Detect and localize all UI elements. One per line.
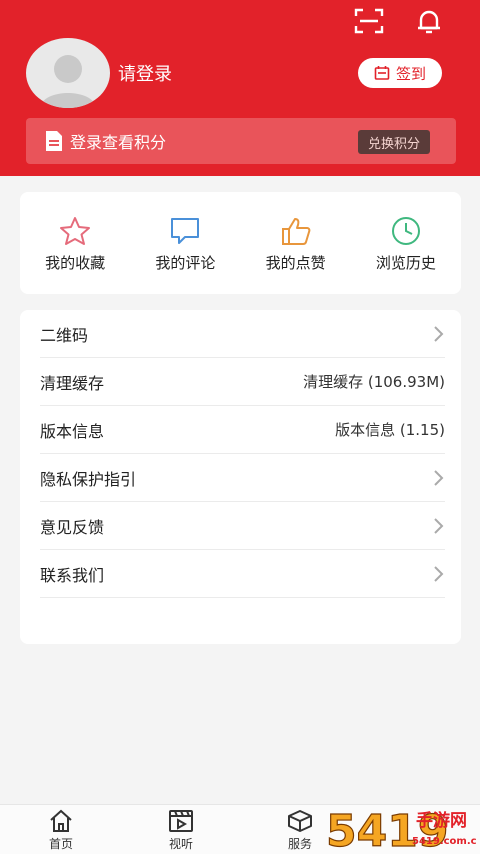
watermark-logo: 5419 手游网 5419.com.cn [326, 805, 476, 854]
tab-services[interactable]: 服务 [270, 809, 330, 852]
cache-size-value: 清理缓存 (106.93M) [303, 373, 445, 391]
tab-label: 视听 [168, 837, 193, 851]
settings-card: 二维码 清理缓存 清理缓存 (106.93M) 版本信息 版本信息 (1.15)… [20, 310, 461, 644]
quick-item-likes[interactable]: 我的点赞 [241, 192, 351, 294]
comment-icon [171, 218, 200, 244]
login-prompt[interactable]: 请登录 [118, 60, 172, 86]
thumbs-up-icon [281, 218, 311, 245]
chevron-right-icon [434, 469, 444, 486]
settings-row-label: 意见反馈 [40, 517, 105, 537]
settings-row-label: 二维码 [40, 325, 89, 345]
profile-header: 请登录 签到 登录查看积分 兑换积分 [0, 0, 480, 176]
version-value: 版本信息 (1.15) [335, 421, 445, 439]
box-icon [288, 810, 312, 832]
quick-item-favorites[interactable]: 我的收藏 [20, 192, 130, 294]
star-icon [60, 217, 91, 245]
document-icon [46, 131, 62, 151]
settings-row-feedback[interactable]: 意见反馈 [40, 502, 445, 550]
home-icon [50, 809, 72, 832]
quick-label: 我的收藏 [45, 254, 106, 272]
watermark-text: 手游网 [416, 810, 467, 831]
clock-icon [391, 217, 420, 245]
quick-actions-card: 我的收藏 我的评论 我的点赞 浏览历史 [20, 192, 461, 294]
points-bar[interactable]: 登录查看积分 兑换积分 [26, 118, 456, 164]
settings-row-label: 隐私保护指引 [40, 469, 137, 489]
settings-row-contact[interactable]: 联系我们 [40, 550, 445, 598]
checkin-label: 签到 [395, 64, 426, 83]
header-actions [352, 6, 446, 36]
chevron-right-icon [434, 517, 444, 534]
settings-row-label: 清理缓存 [40, 373, 105, 393]
tab-label: 服务 [287, 837, 312, 851]
settings-row-qr-code[interactable]: 二维码 [40, 310, 445, 358]
quick-label: 浏览历史 [375, 254, 436, 272]
quick-item-comments[interactable]: 我的评论 [130, 192, 240, 294]
tab-home[interactable]: 首页 [31, 809, 91, 852]
exchange-points-button[interactable]: 兑换积分 [357, 130, 430, 154]
settings-row-version[interactable]: 版本信息 版本信息 (1.15) [40, 406, 445, 454]
scan-icon[interactable] [352, 6, 386, 36]
checkin-button[interactable]: 签到 [358, 58, 442, 88]
settings-row-clear-cache[interactable]: 清理缓存 清理缓存 (106.93M) [40, 358, 445, 406]
avatar[interactable] [26, 38, 110, 108]
tab-label: 首页 [48, 837, 73, 851]
quick-label: 我的点赞 [265, 254, 326, 272]
points-text: 登录查看积分 [70, 133, 167, 152]
calendar-icon [374, 66, 390, 80]
tab-video[interactable]: 视听 [151, 809, 211, 852]
bell-icon[interactable] [412, 6, 446, 36]
video-icon [169, 810, 193, 832]
settings-row-privacy[interactable]: 隐私保护指引 [40, 454, 445, 502]
settings-row-label: 联系我们 [40, 565, 105, 585]
chevron-right-icon [434, 565, 444, 582]
chevron-right-icon [434, 325, 444, 342]
settings-row-label: 版本信息 [40, 421, 105, 441]
quick-item-history[interactable]: 浏览历史 [351, 192, 461, 294]
quick-label: 我的评论 [155, 254, 216, 272]
watermark-url: 5419.com.cn [412, 836, 476, 847]
